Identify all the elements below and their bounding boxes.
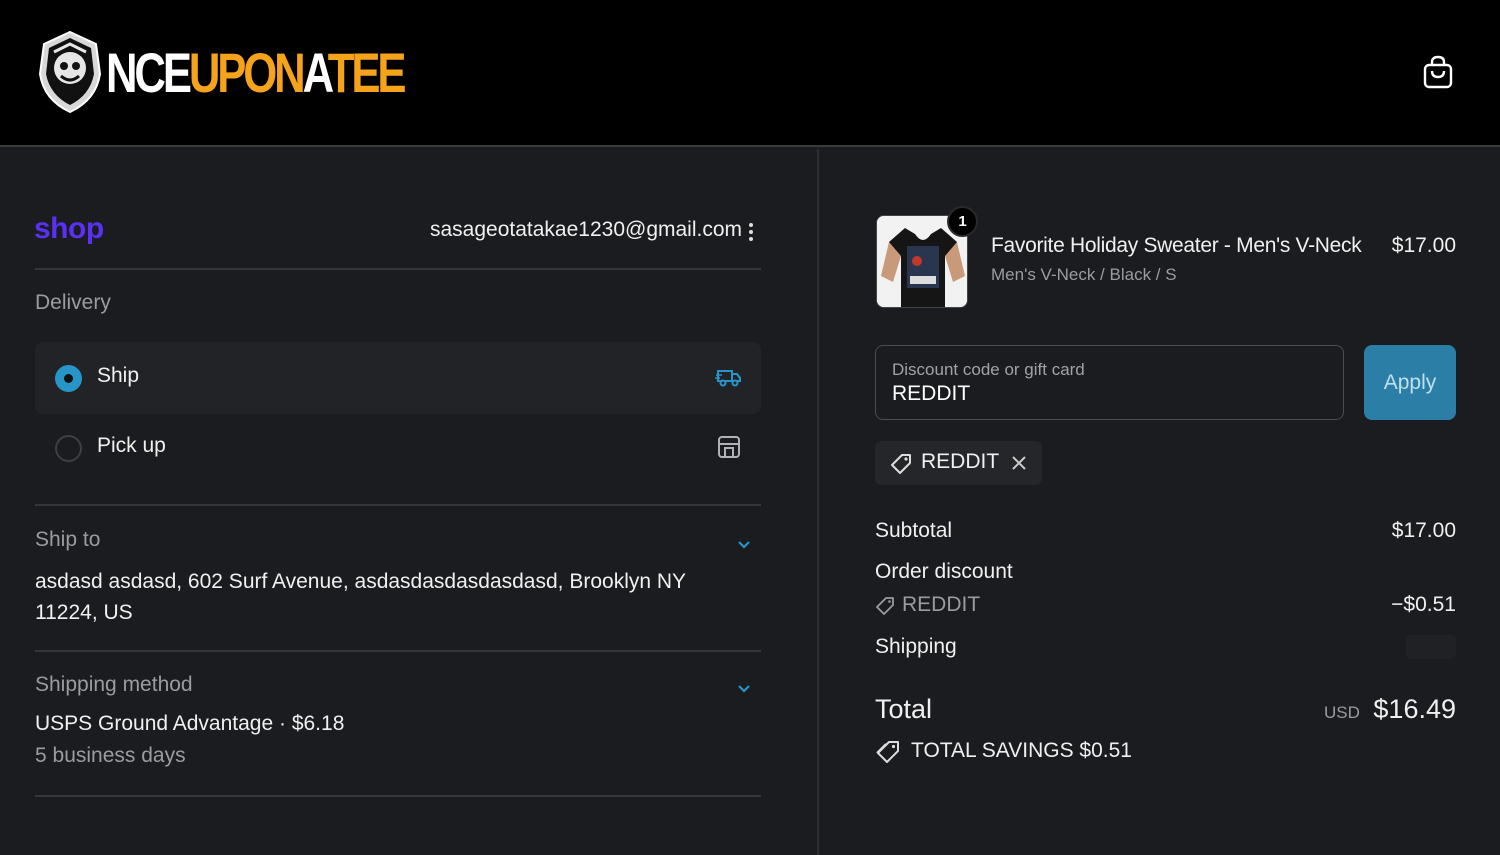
ship-to-heading: Ship to [35, 528, 101, 551]
chevron-down-icon[interactable] [734, 534, 754, 554]
chevron-down-icon[interactable] [734, 678, 754, 698]
divider [35, 650, 761, 652]
divider [35, 795, 761, 797]
total-currency: USD [1324, 703, 1360, 722]
mascot-badge-icon [38, 30, 102, 114]
store-logo[interactable]: NCEUPONATEE [36, 30, 487, 114]
order-discount-label: Order discount [875, 560, 1013, 583]
shopping-bag-icon[interactable] [1420, 54, 1456, 90]
pickup-radio[interactable] [55, 435, 82, 462]
discount-field-label: Discount code or gift card [892, 360, 1085, 379]
divider [35, 504, 761, 506]
discount-code-name: REDDIT [902, 593, 981, 616]
account-email: sasageotatakae1230@gmail.com [430, 218, 743, 241]
tag-icon [876, 597, 894, 615]
product-variant: Men's V-Neck / Black / S [991, 265, 1177, 284]
applied-code-label: REDDIT [921, 450, 1000, 473]
tag-icon [891, 454, 911, 474]
pickup-label: Pick up [97, 434, 166, 457]
column-divider [817, 149, 819, 855]
product-name: Favorite Holiday Sweater - Men's V-Neck [991, 234, 1362, 257]
shipping-method-duration: 5 business days [35, 744, 186, 767]
store-wordmark: NCEUPONATEE [106, 40, 406, 104]
truck-icon [715, 370, 741, 387]
apply-discount-button[interactable]: Apply [1364, 345, 1456, 420]
total-savings: TOTAL SAVINGS $0.51 [911, 739, 1132, 762]
quantity-badge: 1 [947, 206, 978, 237]
discount-amount: −$0.51 [1391, 593, 1456, 616]
shipping-cost-loading [1406, 635, 1456, 659]
ship-radio[interactable] [55, 365, 82, 392]
close-icon[interactable] [1009, 453, 1029, 473]
subtotal-value: $17.00 [1391, 519, 1456, 542]
store-icon [718, 436, 740, 458]
shipping-method-heading: Shipping method [35, 673, 193, 696]
discount-code-input[interactable] [892, 382, 1322, 406]
discount-code-field[interactable]: Discount code or gift card [875, 345, 1344, 420]
delivery-heading: Delivery [35, 291, 111, 314]
total-value: $16.49 [1373, 694, 1456, 724]
total-label: Total [875, 694, 933, 724]
delivery-option-ship[interactable]: Ship [35, 342, 761, 414]
applied-discount-chip: REDDIT [875, 441, 1042, 485]
ship-label: Ship [97, 364, 140, 387]
kebab-icon[interactable] [744, 220, 758, 244]
divider [35, 268, 761, 270]
shipping-label: Shipping [875, 635, 957, 658]
product-price: $17.00 [1391, 234, 1456, 257]
shop-pay-logo: shop [34, 212, 104, 245]
savings-tag-icon [876, 741, 899, 763]
shipping-method-name: USPS Ground Advantage · $6.18 [35, 712, 345, 735]
subtotal-label: Subtotal [875, 519, 953, 542]
delivery-option-pickup[interactable]: Pick up [35, 412, 761, 484]
shipping-address: asdasd asdasd, 602 Surf Avenue, asdasdas… [35, 570, 686, 624]
store-header: NCEUPONATEE [0, 0, 1500, 147]
